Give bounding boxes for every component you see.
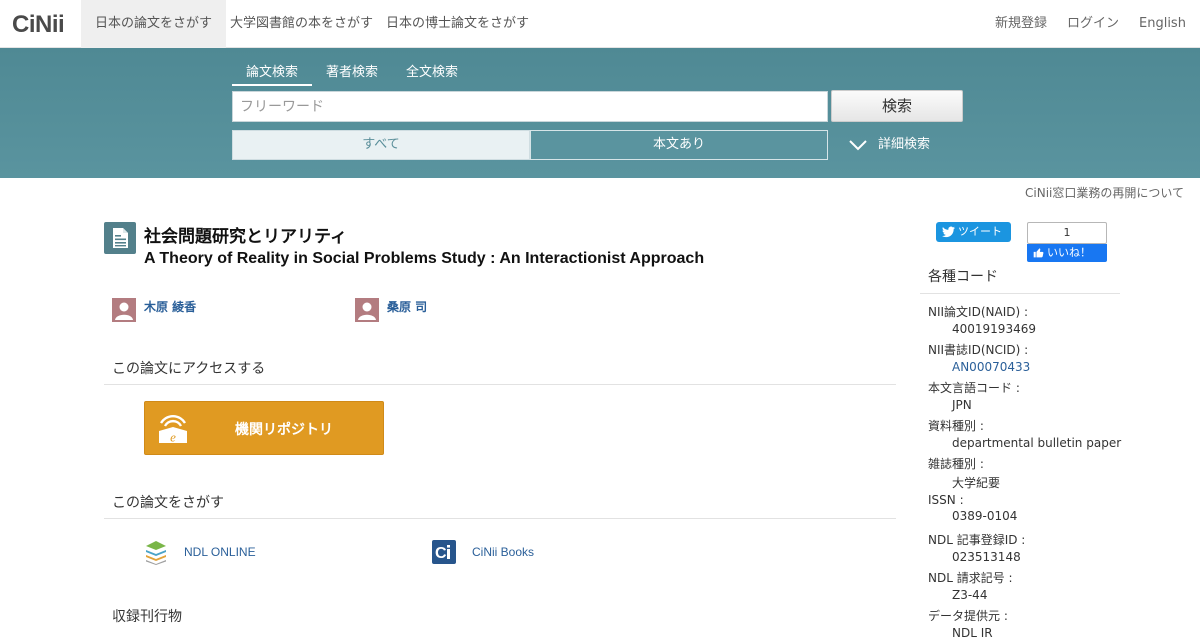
cinii-books-icon: C <box>432 540 456 564</box>
code-value: departmental bulletin paper <box>952 436 1122 450</box>
code-naid: NII論文ID(NAID) : 40019193469 <box>928 303 1036 336</box>
svg-text:C: C <box>435 545 447 562</box>
codes-heading: 各種コード <box>920 266 1120 294</box>
like-count: 1 <box>1027 222 1107 244</box>
document-icon <box>104 222 136 254</box>
code-data-provider: データ提供元 : NDL IR <box>928 607 1008 640</box>
code-label: データ提供元 : <box>928 609 1008 623</box>
find-heading: この論文をさがす <box>104 492 896 519</box>
code-issn: ISSN : 0389-0104 <box>928 493 1017 523</box>
code-label: ISSN : <box>928 493 964 507</box>
like-button[interactable]: いいね！ <box>1027 244 1107 262</box>
advanced-search-toggle[interactable]: 詳細検索 <box>848 134 930 156</box>
tab-author-search[interactable]: 著者検索 <box>320 62 384 86</box>
nav-tab-articles[interactable]: 日本の論文をさがす <box>81 0 227 48</box>
code-value: 40019193469 <box>952 322 1036 336</box>
ndl-online-label: NDL ONLINE <box>184 545 256 559</box>
code-ndl-article-id: NDL 記事登録ID : 023513148 <box>928 531 1025 564</box>
repository-button-label: 機関リポジトリ <box>235 422 333 438</box>
avatar-icon <box>355 298 379 322</box>
code-label: 資料種別 : <box>928 419 984 433</box>
filter-all[interactable]: すべて <box>232 130 530 160</box>
thumbs-up-icon <box>1033 248 1044 258</box>
repository-e-icon: e <box>159 415 187 445</box>
search-button[interactable]: 検索 <box>831 90 963 122</box>
tab-article-search[interactable]: 論文検索 <box>232 62 312 86</box>
tweet-label: ツイート <box>958 225 1002 238</box>
code-value: 大学紀要 <box>952 476 1001 490</box>
facebook-like-widget[interactable]: 1 いいね！ <box>1027 222 1107 262</box>
login-link[interactable]: ログイン <box>1067 0 1119 48</box>
chevron-down-icon <box>849 139 867 150</box>
code-value: JPN <box>952 398 972 412</box>
nav-tab-dissertations[interactable]: 日本の博士論文をさがす <box>372 0 543 48</box>
filter-fulltext[interactable]: 本文あり <box>530 130 828 160</box>
code-label: 本文言語コード : <box>928 381 1020 395</box>
register-link[interactable]: 新規登録 <box>995 0 1047 48</box>
top-nav: CiNii 日本の論文をさがす 大学図書館の本をさがす 日本の博士論文をさがす … <box>0 0 1200 48</box>
code-label: NDL 記事登録ID : <box>928 533 1026 547</box>
ncid-link[interactable]: AN00070433 <box>928 360 1030 374</box>
code-journal-type: 雑誌種別 : 大学紀要 <box>928 455 1000 491</box>
code-ndl-call-number: NDL 請求記号 : Z3-44 <box>928 569 1013 602</box>
author-name[interactable]: 木原 綾香 <box>144 298 196 315</box>
author-name[interactable]: 桑原 司 <box>387 298 427 315</box>
code-language: 本文言語コード : JPN <box>928 379 1020 412</box>
code-value: 0389-0104 <box>952 509 1018 523</box>
search-band: 論文検索 著者検索 全文検索 検索 すべて 本文あり 詳細検索 <box>0 48 1200 178</box>
cinii-logo[interactable]: CiNii <box>12 11 65 39</box>
avatar-icon <box>112 298 136 322</box>
code-ncid: NII書誌ID(NCID) : AN00070433 <box>928 341 1030 374</box>
title-japanese: 社会問題研究とリアリティ <box>144 227 347 247</box>
repository-button[interactable]: e 機関リポジトリ <box>144 401 384 455</box>
tab-fulltext-search[interactable]: 全文検索 <box>400 62 464 86</box>
tweet-button[interactable]: ツイート <box>936 222 1011 242</box>
code-label: NII書誌ID(NCID) : <box>928 343 1029 357</box>
code-value: NDL IR <box>952 626 993 640</box>
access-heading: この論文にアクセスする <box>104 358 896 385</box>
search-input[interactable] <box>232 91 828 122</box>
advanced-search-label: 詳細検索 <box>878 137 931 152</box>
code-value: 023513148 <box>952 550 1021 564</box>
title-english: A Theory of Reality in Social Problems S… <box>144 250 705 267</box>
cinii-books-label: CiNii Books <box>472 545 535 559</box>
code-resource-type: 資料種別 : departmental bulletin paper <box>928 417 1121 450</box>
ndl-online-icon <box>146 541 166 565</box>
svg-text:e: e <box>170 430 176 445</box>
nav-tab-books[interactable]: 大学図書館の本をさがす <box>216 0 387 48</box>
notice-link[interactable]: CiNii窓口業務の再開について <box>1025 184 1184 201</box>
code-label: NDL 請求記号 : <box>928 571 1013 585</box>
code-label: 雑誌種別 : <box>928 457 984 471</box>
code-label: NII論文ID(NAID) : <box>928 305 1029 319</box>
code-value: Z3-44 <box>952 588 988 602</box>
twitter-bird-icon <box>942 226 955 238</box>
english-link[interactable]: English <box>1139 0 1186 48</box>
like-label: いいね！ <box>1047 246 1091 259</box>
journal-heading: 収録刊行物 <box>112 609 182 625</box>
